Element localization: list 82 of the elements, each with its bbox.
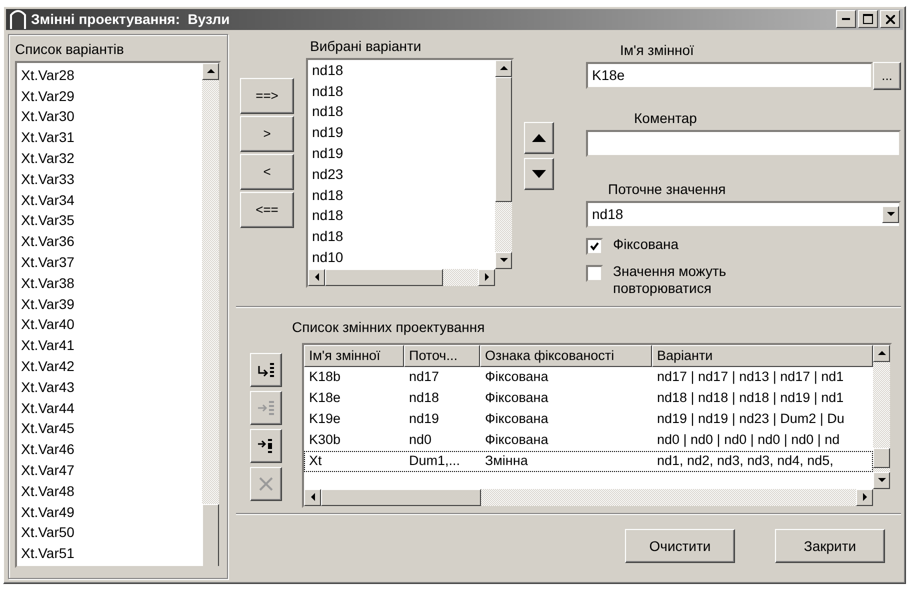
list-item[interactable]: nd23 <box>312 164 491 185</box>
dialog-button[interactable]: Закрити <box>775 529 885 564</box>
list-item[interactable]: Xt.Var40 <box>21 314 198 336</box>
list-item[interactable]: nd18 <box>312 101 491 122</box>
transfer-button[interactable]: ==> <box>240 78 294 114</box>
table-cell-text: Змінна <box>484 452 529 470</box>
list-item[interactable]: Xt.Var42 <box>21 356 198 377</box>
list-item[interactable]: Xt.Var36 <box>21 231 198 252</box>
browse-button[interactable]: ... <box>873 62 901 90</box>
list-item[interactable]: Xt.Var33 <box>21 168 198 190</box>
table-cell-text: nd18 <box>408 388 440 407</box>
column-header[interactable]: Ознака фіксованості <box>480 344 652 367</box>
list-item[interactable]: nd18 <box>312 60 491 81</box>
table-row[interactable]: K18e nd18 Фіксована nd18 | nd18 | nd18 | nd19 | nd1 <box>304 388 873 409</box>
list-item[interactable]: Xt.Var49 <box>21 502 198 522</box>
group-label: Список варіантів <box>15 40 125 57</box>
list-item[interactable]: Xt.Var46 <box>21 439 198 460</box>
table-cell-text: nd17 | nd17 | nd13 | nd17 | nd1 <box>656 368 845 386</box>
current-value-dropdown[interactable]: nd18 <box>586 200 901 228</box>
field-label: Поточне значення <box>608 180 727 197</box>
list-item[interactable]: Xt.Var43 <box>21 376 198 398</box>
list-item[interactable]: nd19 <box>312 143 491 164</box>
list-item[interactable]: Xt.Var48 <box>21 480 198 502</box>
table-cell-text: nd0 <box>408 430 433 449</box>
table-cell-text: Фіксована <box>484 410 550 428</box>
field-label: Ім'я змінної <box>620 42 695 58</box>
list-item[interactable]: Xt.Var45 <box>21 418 198 440</box>
list-item[interactable]: Xt.Var41 <box>21 335 198 356</box>
table-row[interactable]: K30b nd0 Фіксована nd0 | nd0 | nd0 | nd0 | nd0 | nd <box>304 430 873 451</box>
list-item[interactable]: Xt.Var50 <box>21 522 198 544</box>
transfer-button[interactable]: < <box>240 154 294 190</box>
checkbox-label: Фіксована <box>613 236 679 253</box>
group-label: Список змінних проектування <box>292 318 486 335</box>
list-item[interactable]: Xt.Var30 <box>21 106 198 128</box>
table-cell-text: Фіксована <box>484 368 550 386</box>
table-cell-text: K19e <box>308 410 342 428</box>
dialog-button[interactable]: Очистити <box>625 529 735 564</box>
table-cell-text: Xt <box>308 452 323 470</box>
list-item[interactable]: nd18 <box>312 226 491 248</box>
table-cell-text: nd17 <box>408 368 440 386</box>
table-row[interactable]: Xt Dum1,... Змінна nd1, nd2, nd3, nd3, nd4, nd5, <box>304 450 873 472</box>
list-item[interactable]: Xt.Var32 <box>21 148 198 169</box>
list-item[interactable]: Xt.Var38 <box>21 272 198 294</box>
table-cell-text: nd19 <box>408 410 440 428</box>
list-item[interactable]: Xt.Var28 <box>21 64 198 86</box>
table-cell-text: Фіксована <box>484 388 550 407</box>
list-item[interactable]: Xt.Var34 <box>21 190 198 210</box>
table-cell-text: nd19 | nd19 | nd23 | Dum2 | Du <box>656 410 846 428</box>
selected-variants-list[interactable]: nd18 nd18 nd18 nd19 nd19 nd23 nd18 nd18 nd18 nd10 <box>306 58 514 288</box>
list-item[interactable]: Xt.Var31 <box>21 127 198 148</box>
list-label: Вибрані варіанти <box>310 38 422 54</box>
column-header[interactable]: Поточ... <box>404 344 480 367</box>
field-label: Коментар <box>634 110 698 126</box>
transfer-button[interactable]: <== <box>240 192 294 228</box>
table-row[interactable]: K18b nd17 Фіксована nd17 | nd17 | nd13 | nd17 | nd1 <box>304 366 873 388</box>
list-item[interactable]: Xt.Var39 <box>21 294 198 314</box>
column-header[interactable]: Варіанти <box>652 344 873 367</box>
list-item[interactable]: nd19 <box>312 122 491 144</box>
table-row[interactable]: K19e nd19 Фіксована nd19 | nd19 | nd23 | Dum2 | Du <box>304 408 873 430</box>
table-cell-text: Фіксована <box>484 430 550 449</box>
list-item[interactable]: Xt.Var29 <box>21 86 198 106</box>
list-item[interactable]: Xt.Var35 <box>21 210 198 232</box>
transfer-button[interactable]: > <box>240 116 294 152</box>
column-header[interactable]: Ім'я змінної <box>304 344 404 367</box>
list-item[interactable]: Xt.Var47 <box>21 460 198 481</box>
list-item[interactable]: Xt.Var44 <box>21 398 198 418</box>
table-cell-text: K18e <box>308 388 342 407</box>
window-title: Змінні проектування: Вузли <box>31 11 230 28</box>
table-cell-text: nd1, nd2, nd3, nd3, nd4, nd5, <box>656 452 834 470</box>
list-item[interactable]: Xt.Var51 <box>21 543 198 564</box>
table-cell-text: Dum1,... <box>408 452 462 470</box>
list-item[interactable]: nd10 <box>312 247 491 268</box>
list-item[interactable]: Xt.Var37 <box>21 252 198 273</box>
variable-name-field[interactable]: K18e <box>586 62 873 89</box>
table-cell-text: K30b <box>308 430 342 449</box>
list-item[interactable]: nd18 <box>312 184 491 206</box>
table-cell-text: K18b <box>308 368 342 386</box>
table-cell-text: nd0 | nd0 | nd0 | nd0 | nd0 | nd <box>656 430 841 449</box>
list-item[interactable]: nd18 <box>312 80 491 102</box>
table-cell-text: nd18 | nd18 | nd18 | nd19 | nd1 <box>656 388 845 407</box>
list-item[interactable]: nd18 <box>312 205 491 226</box>
checkbox-label: Значення можуть повторюватися <box>613 262 728 297</box>
